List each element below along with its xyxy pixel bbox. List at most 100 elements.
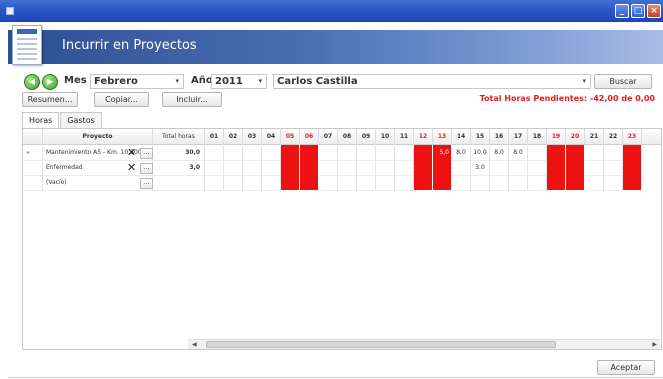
day-cell-02[interactable] — [224, 176, 243, 191]
accept-button[interactable]: Aceptar — [597, 360, 655, 375]
day-cell-12[interactable] — [414, 146, 433, 161]
day-cell-18[interactable] — [528, 161, 547, 176]
day-cell-14[interactable] — [452, 176, 471, 191]
day-cell-13[interactable]: 5,0 — [433, 146, 452, 161]
next-month-icon[interactable]: ▶ — [42, 74, 58, 90]
day-cell-02[interactable] — [224, 146, 243, 161]
day-cell-13[interactable] — [433, 176, 452, 191]
day-cell-19[interactable] — [547, 176, 566, 191]
day-cell-01[interactable] — [205, 176, 224, 191]
day-cell-15[interactable]: 3.0 — [471, 161, 490, 176]
day-cell-04[interactable] — [262, 146, 281, 161]
close-icon[interactable]: × — [647, 4, 661, 18]
scroll-right-icon[interactable]: ▶ — [652, 340, 657, 349]
day-cell-09[interactable] — [357, 146, 376, 161]
day-cell-01[interactable] — [205, 146, 224, 161]
tab-horas[interactable]: Horas — [22, 112, 60, 129]
day-cell-08[interactable] — [338, 176, 357, 191]
month-select[interactable]: Febrero ▾ — [90, 74, 184, 89]
copy-button[interactable]: Copiar... — [94, 92, 149, 107]
person-select[interactable]: Carlos Castilla ▾ — [273, 74, 591, 89]
day-cell-16[interactable] — [490, 161, 509, 176]
summary-button[interactable]: Resumen... — [22, 92, 78, 107]
day-cell-23[interactable] — [623, 146, 642, 161]
day-cell-07[interactable] — [319, 161, 338, 176]
horizontal-scrollbar[interactable]: ◀ ▶ — [188, 339, 660, 349]
day-cell-17[interactable]: 8.0 — [509, 146, 528, 161]
day-cell-17[interactable] — [509, 176, 528, 191]
day-cell-04[interactable] — [262, 161, 281, 176]
day-cell-10[interactable] — [376, 176, 395, 191]
project-cell[interactable]: Mantenimiento A5 - Km. 10.500 — [43, 146, 153, 161]
day-cell-17[interactable] — [509, 161, 528, 176]
day-cell-05[interactable] — [281, 176, 300, 191]
day-cell-15[interactable]: 10.0 — [471, 146, 490, 161]
day-cell-21[interactable] — [585, 146, 604, 161]
day-cell-12[interactable] — [414, 176, 433, 191]
day-cell-21[interactable] — [585, 161, 604, 176]
day-cell-06[interactable] — [300, 176, 319, 191]
year-select[interactable]: 2011 ▾ — [211, 74, 267, 89]
day-cell-14[interactable] — [452, 161, 471, 176]
day-cell-10[interactable] — [376, 161, 395, 176]
day-cell-03[interactable] — [243, 146, 262, 161]
day-cell-12[interactable] — [414, 161, 433, 176]
day-cell-08[interactable] — [338, 146, 357, 161]
day-cell-09[interactable] — [357, 176, 376, 191]
row-selector-cell[interactable] — [23, 161, 43, 176]
remove-row-icon[interactable]: ✕ — [127, 162, 136, 174]
ellipsis-icon[interactable]: ... — [140, 148, 153, 159]
day-cell-15[interactable] — [471, 176, 490, 191]
day-cell-02[interactable] — [224, 161, 243, 176]
day-cell-05[interactable] — [281, 161, 300, 176]
table-row[interactable]: Enfermedad ✕... 3,0 3.0 — [23, 161, 661, 176]
project-cell[interactable]: Enfermedad — [43, 161, 153, 176]
day-cell-05[interactable] — [281, 146, 300, 161]
day-cell-22[interactable] — [604, 161, 623, 176]
scroll-left-icon[interactable]: ◀ — [192, 340, 197, 349]
minimize-icon[interactable]: _ — [615, 4, 629, 18]
day-cell-08[interactable] — [338, 161, 357, 176]
day-cell-21[interactable] — [585, 176, 604, 191]
day-cell-22[interactable] — [604, 176, 623, 191]
day-cell-07[interactable] — [319, 176, 338, 191]
day-cell-13[interactable] — [433, 161, 452, 176]
ellipsis-icon[interactable]: ... — [140, 178, 153, 189]
row-selector-cell[interactable] — [23, 146, 43, 161]
day-cell-11[interactable] — [395, 161, 414, 176]
day-cell-10[interactable] — [376, 146, 395, 161]
day-cell-11[interactable] — [395, 146, 414, 161]
day-cell-09[interactable] — [357, 161, 376, 176]
table-row[interactable]: ▸ Mantenimiento A5 - Km. 10.500 ✕... 30,0 5,… — [23, 146, 661, 161]
day-cell-20[interactable] — [566, 161, 585, 176]
search-button[interactable]: Buscar — [594, 74, 652, 89]
day-cell-22[interactable] — [604, 146, 623, 161]
day-cell-01[interactable] — [205, 161, 224, 176]
day-cell-18[interactable] — [528, 146, 547, 161]
remove-row-icon[interactable]: ✕ — [127, 147, 136, 159]
day-cell-16[interactable]: 8.0 — [490, 146, 509, 161]
day-cell-16[interactable] — [490, 176, 509, 191]
day-cell-23[interactable] — [623, 176, 642, 191]
day-cell-20[interactable] — [566, 146, 585, 161]
table-row[interactable]: (Vacío)... — [23, 176, 661, 191]
day-cell-11[interactable] — [395, 176, 414, 191]
scroll-thumb[interactable] — [206, 341, 556, 348]
ellipsis-icon[interactable]: ... — [140, 163, 153, 174]
tab-gastos[interactable]: Gastos — [60, 112, 102, 128]
day-cell-03[interactable] — [243, 176, 262, 191]
day-cell-23[interactable] — [623, 161, 642, 176]
row-selector-cell[interactable] — [23, 176, 43, 191]
day-cell-06[interactable] — [300, 146, 319, 161]
maximize-icon[interactable]: □ — [631, 4, 645, 18]
day-cell-07[interactable] — [319, 146, 338, 161]
day-cell-06[interactable] — [300, 161, 319, 176]
day-cell-19[interactable] — [547, 161, 566, 176]
day-cell-19[interactable] — [547, 146, 566, 161]
day-cell-04[interactable] — [262, 176, 281, 191]
prev-month-icon[interactable]: ◀ — [24, 74, 40, 90]
day-cell-14[interactable]: 8,0 — [452, 146, 471, 161]
day-cell-18[interactable] — [528, 176, 547, 191]
project-cell[interactable]: (Vacío) — [43, 176, 153, 191]
include-button[interactable]: Incluir... — [162, 92, 222, 107]
